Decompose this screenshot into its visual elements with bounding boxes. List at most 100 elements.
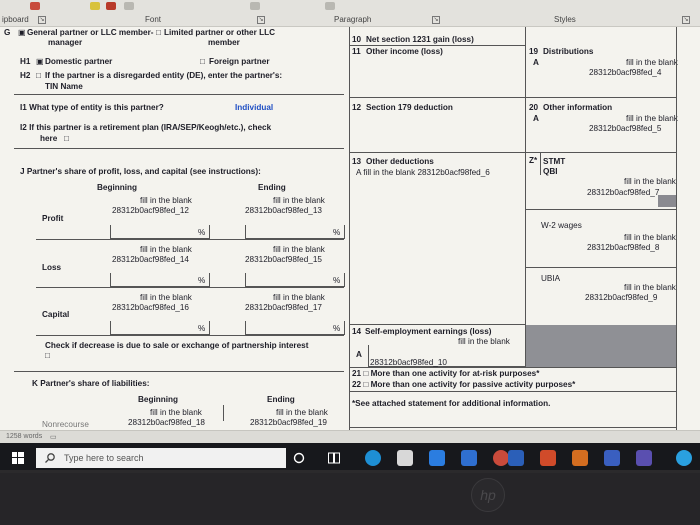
word-count[interactable]: 1258 words <box>6 433 42 440</box>
paragraph-group-label: Paragraph <box>334 15 372 24</box>
profit-beginning-input[interactable] <box>110 225 210 239</box>
styles-launcher-icon[interactable]: ↘ <box>682 16 690 24</box>
file-explorer-icon[interactable] <box>397 450 413 466</box>
laptop-bezel <box>0 473 700 525</box>
ribbon-icon[interactable] <box>30 2 40 10</box>
edge-icon[interactable] <box>365 450 381 466</box>
loss-beginning-input[interactable] <box>110 273 210 287</box>
ubia: UBIA <box>541 274 561 283</box>
h1-domestic: Domestic partner <box>45 57 113 66</box>
search-placeholder: Type here to search <box>64 453 144 463</box>
g-limited-checkbox[interactable]: □ <box>156 28 161 37</box>
capital-beg-fill[interactable]: fill in the blank <box>140 293 192 302</box>
capital-end-code[interactable]: 28312b0acf98fed_17 <box>245 303 322 312</box>
r7-fill[interactable]: fill in the blank <box>624 177 676 186</box>
font-group-label: Font <box>145 15 162 24</box>
line14-code[interactable]: 28312b0acf98fed_10 <box>370 358 447 367</box>
line20-fill[interactable]: fill in the blank <box>626 114 678 123</box>
profit-end-code[interactable]: 28312b0acf98fed_13 <box>245 206 322 215</box>
line14-a: A <box>356 350 362 359</box>
i2-checkbox[interactable]: □ <box>64 134 69 143</box>
onenote-icon[interactable] <box>636 450 652 466</box>
capital-end-fill[interactable]: fill in the blank <box>273 293 325 302</box>
line10-num: 10 <box>352 35 362 44</box>
j-ending: Ending <box>258 183 286 192</box>
k-beg-fill[interactable]: fill in the blank <box>150 408 202 417</box>
chrome-icon[interactable] <box>676 450 692 466</box>
capital-beginning-input[interactable] <box>110 321 210 335</box>
shading-icon[interactable] <box>325 2 335 10</box>
proofing-icon[interactable]: ▭ <box>50 433 57 441</box>
font-color-icon[interactable] <box>106 2 116 10</box>
line14-text: Self-employment earnings (loss) <box>365 327 492 336</box>
media-icon[interactable] <box>493 450 509 466</box>
h2-checkbox[interactable]: □ <box>36 71 41 80</box>
cortana-icon[interactable] <box>293 452 305 464</box>
line11-text: Other income (loss) <box>366 47 443 56</box>
windows-start-icon[interactable] <box>12 452 24 464</box>
divider <box>14 148 344 149</box>
decrease-checkbox[interactable]: □ <box>45 351 50 360</box>
check-decrease: Check if decrease is due to sale or exch… <box>45 341 309 350</box>
k-ending: Ending <box>267 395 295 404</box>
task-view-icon[interactable] <box>328 452 340 464</box>
office-icon[interactable] <box>540 450 556 466</box>
word-icon[interactable] <box>508 450 524 466</box>
mail-icon[interactable] <box>461 450 477 466</box>
line13-a[interactable]: A fill in the blank 28312b0acf98fed_6 <box>356 168 490 177</box>
taskbar-search-box[interactable]: Type here to search <box>36 448 286 468</box>
loss-beg-code[interactable]: 28312b0acf98fed_14 <box>112 255 189 264</box>
i1-value[interactable]: Individual <box>235 103 273 112</box>
g-general-checkbox[interactable]: ▣ <box>18 28 26 37</box>
divider <box>350 152 525 153</box>
column-divider <box>525 27 526 367</box>
clipboard-launcher-icon[interactable]: ↘ <box>38 16 46 24</box>
teams-icon[interactable] <box>604 450 620 466</box>
divider <box>350 367 677 368</box>
h1-foreign-checkbox[interactable]: □ <box>200 57 205 66</box>
profit-beg-fill[interactable]: fill in the blank <box>140 196 192 205</box>
line20-num: 20 <box>529 103 539 112</box>
column-divider <box>349 27 350 430</box>
r9-fill[interactable]: fill in the blank <box>624 283 676 292</box>
paragraph-launcher-icon[interactable]: ↘ <box>432 16 440 24</box>
highlight-icon[interactable] <box>90 2 100 10</box>
h1-domestic-checkbox[interactable]: ▣ <box>36 57 44 66</box>
align-icon[interactable] <box>250 2 260 10</box>
z-qbi: QBI <box>543 167 558 176</box>
k-end-fill[interactable]: fill in the blank <box>276 408 328 417</box>
profit-beg-code[interactable]: 28312b0acf98fed_12 <box>112 206 189 215</box>
r8-fill[interactable]: fill in the blank <box>624 233 676 242</box>
r7-code[interactable]: 28312b0acf98fed_7 <box>587 188 659 197</box>
profit-end-fill[interactable]: fill in the blank <box>273 196 325 205</box>
line20-code[interactable]: 28312b0acf98fed_5 <box>589 124 661 133</box>
line19-code[interactable]: 28312b0acf98fed_4 <box>589 68 661 77</box>
line19-fill[interactable]: fill in the blank <box>626 58 678 67</box>
bullets-icon[interactable] <box>124 2 134 10</box>
divider <box>350 391 677 392</box>
capital-ending-input[interactable] <box>245 321 345 335</box>
store-icon[interactable] <box>429 450 445 466</box>
i2-here: here <box>40 134 58 143</box>
font-launcher-icon[interactable]: ↘ <box>257 16 265 24</box>
loss-end-code[interactable]: 28312b0acf98fed_15 <box>245 255 322 264</box>
line14-num: 14 <box>352 327 362 336</box>
h2-text: If the partner is a disregarded entity (… <box>45 71 283 80</box>
loss-ending-input[interactable] <box>245 273 345 287</box>
k-beg-code[interactable]: 28312b0acf98fed_18 <box>128 418 205 427</box>
line19-num: 19 <box>529 47 539 56</box>
loss-label: Loss <box>42 263 62 272</box>
r9-code[interactable]: 28312b0acf98fed_9 <box>585 293 657 302</box>
g-member: member <box>208 38 240 47</box>
loss-beg-fill[interactable]: fill in the blank <box>140 245 192 254</box>
pct-sign: % <box>333 276 341 285</box>
r8-code[interactable]: 28312b0acf98fed_8 <box>587 243 659 252</box>
divider <box>526 267 676 268</box>
h1-letter: H1 <box>20 57 31 66</box>
capital-beg-code[interactable]: 28312b0acf98fed_16 <box>112 303 189 312</box>
k-end-code[interactable]: 28312b0acf98fed_19 <box>250 418 327 427</box>
profit-ending-input[interactable] <box>245 225 345 239</box>
powerpoint-icon[interactable] <box>572 450 588 466</box>
j-label: J Partner's share of profit, loss, and c… <box>20 167 261 176</box>
loss-end-fill[interactable]: fill in the blank <box>273 245 325 254</box>
